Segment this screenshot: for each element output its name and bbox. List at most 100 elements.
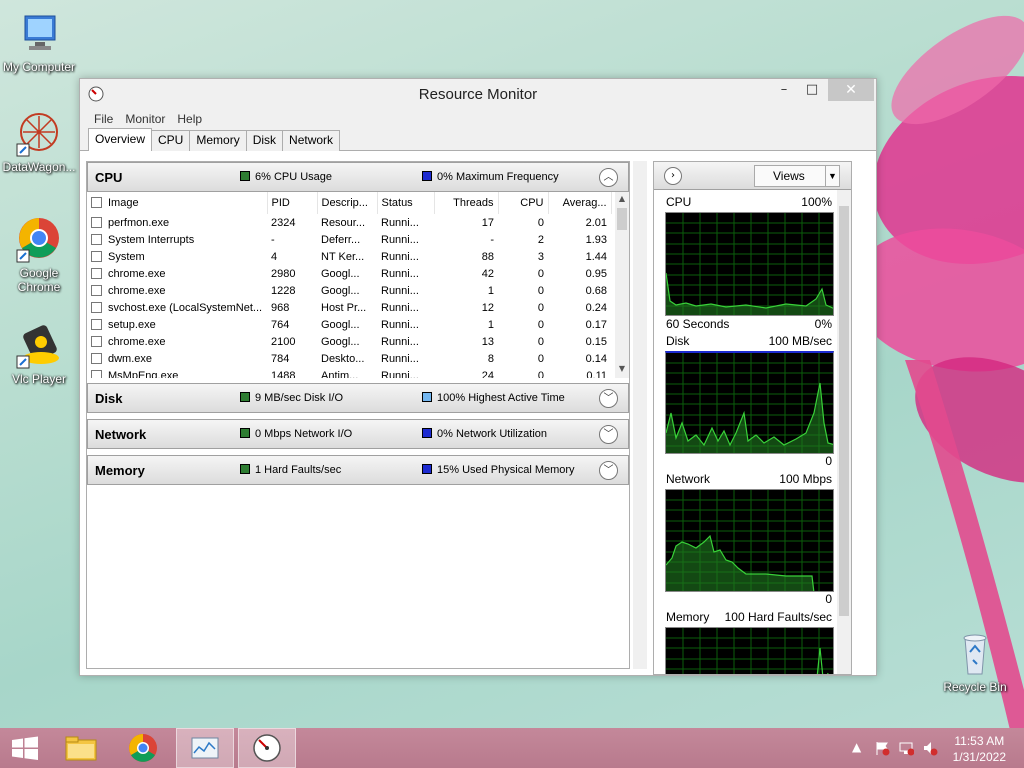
disk-io-indicator: 9 MB/sec Disk I/O <box>240 392 343 404</box>
process-checkbox[interactable] <box>91 318 102 330</box>
column-header-image[interactable]: Image <box>87 192 268 214</box>
process-status: Runni... <box>381 284 419 297</box>
table-row[interactable]: setup.exe 764 Googl... Runni... 1 0 0.17 <box>87 316 611 333</box>
table-row[interactable]: dwm.exe 784 Deskto... Runni... 8 0 0.14 <box>87 350 611 367</box>
process-threads: 1 <box>487 284 494 297</box>
scroll-thumb[interactable] <box>839 206 849 616</box>
scroll-down-arrow-icon[interactable]: ▼ <box>615 364 629 373</box>
network-status-icon[interactable] <box>898 740 915 759</box>
tab-disk[interactable]: Disk <box>245 130 284 151</box>
chevron-right-icon[interactable]: › <box>664 167 682 185</box>
table-row[interactable]: svchost.exe (LocalSystemNet... 968 Host Pr… <box>87 299 611 316</box>
show-hidden-icons-chevron-icon[interactable]: ▲ <box>852 740 861 754</box>
chevron-down-icon[interactable]: ﹀ <box>599 425 618 444</box>
volume-muted-icon[interactable] <box>922 740 938 759</box>
desktop-icon-google-chrome[interactable]: Google Chrome <box>1 216 77 294</box>
process-checkbox[interactable] <box>91 284 102 296</box>
table-header-row: Image PID Descrip... Status Threads CPU … <box>87 192 612 214</box>
maximize-button[interactable]: □ <box>798 79 826 101</box>
desktop-icon-datawagon[interactable]: DataWagon... <box>1 110 77 174</box>
process-description: NT Ker... <box>321 250 365 263</box>
desktop-icon-my-computer[interactable]: My Computer <box>1 10 77 74</box>
network-graph-title: Network <box>666 472 711 486</box>
windows-logo-icon <box>12 736 38 760</box>
desktop-icon-recycle-bin[interactable]: Recycle Bin <box>937 630 1013 694</box>
table-row[interactable]: chrome.exe 2100 Googl... Runni... 13 0 0.15 <box>87 333 611 350</box>
minimize-button[interactable]: – <box>770 79 798 101</box>
cpu-usage-indicator: 6% CPU Usage <box>240 171 332 183</box>
process-checkbox[interactable] <box>91 216 102 228</box>
taskbar-chrome[interactable] <box>114 728 172 768</box>
process-cpu: 0 <box>537 301 544 314</box>
blue-square-icon <box>422 428 432 438</box>
table-row[interactable]: perfmon.exe 2324 Resour... Runni... 17 0 2.01 <box>87 214 611 231</box>
tab-memory[interactable]: Memory <box>189 130 247 151</box>
memory-graph <box>665 627 834 674</box>
column-header-status[interactable]: Status <box>377 192 435 214</box>
process-checkbox[interactable] <box>91 250 102 262</box>
process-table-scrollbar[interactable]: ▲ ▼ <box>615 192 629 378</box>
column-header-average[interactable]: Averag... <box>548 192 612 214</box>
process-cpu: 0 <box>537 335 544 348</box>
chevron-down-icon[interactable]: ﹀ <box>599 389 618 408</box>
action-center-flag-icon[interactable] <box>874 740 890 759</box>
menu-help[interactable]: Help <box>177 109 202 129</box>
taskbar-resource-monitor[interactable] <box>238 728 296 768</box>
resource-monitor-window: Resource Monitor – □ ✕ File Monitor Help… <box>79 78 877 676</box>
process-checkbox[interactable] <box>91 335 102 347</box>
cpu-section-header[interactable]: CPU 6% CPU Usage 0% Maximum Frequency ︿ <box>87 162 629 192</box>
disk-section-header[interactable]: Disk 9 MB/sec Disk I/O 100% Highest Acti… <box>87 383 629 413</box>
chevron-down-icon[interactable]: ﹀ <box>599 461 618 480</box>
process-checkbox[interactable] <box>91 267 102 279</box>
sections-scrollbar[interactable] <box>633 161 647 669</box>
process-average-cpu: 2.01 <box>585 216 607 229</box>
tab-network[interactable]: Network <box>282 130 341 151</box>
select-all-checkbox[interactable] <box>91 197 102 208</box>
table-row[interactable]: System Interrupts - Deferr... Runni... -2 1.9… <box>87 231 611 248</box>
process-image: chrome.exe <box>87 265 267 282</box>
process-average-cpu: 1.93 <box>585 233 607 246</box>
scroll-thumb[interactable] <box>617 208 627 230</box>
cpu-frequency-text: 0% Maximum Frequency <box>437 171 559 183</box>
menu-file[interactable]: File <box>94 109 113 129</box>
table-row[interactable]: System 4 NT Ker... Runni... 88 3 1.44 <box>87 248 611 265</box>
system-clock[interactable]: 11:53 AM 1/31/2022 <box>953 733 1006 765</box>
column-header-pid[interactable]: PID <box>267 192 318 214</box>
network-graph-min: 0 <box>825 592 832 606</box>
desktop-icon-vlc-player[interactable]: Vlc Player <box>1 322 77 386</box>
close-button[interactable]: ✕ <box>828 79 874 101</box>
start-button[interactable] <box>0 728 50 768</box>
overview-content: CPU 6% CPU Usage 0% Maximum Frequency ︿ … <box>80 151 876 675</box>
process-pid: 784 <box>271 352 290 365</box>
taskbar-file-explorer[interactable] <box>52 728 110 768</box>
column-header-cpu[interactable]: CPU <box>498 192 549 214</box>
process-checkbox[interactable] <box>91 301 102 313</box>
table-row[interactable]: chrome.exe 2980 Googl... Runni... 42 0 0.95 <box>87 265 611 282</box>
network-section-header[interactable]: Network 0 Mbps Network I/O 0% Network Ut… <box>87 419 629 449</box>
chevron-up-icon[interactable]: ︿ <box>599 168 618 187</box>
graphs-scrollbar[interactable] <box>837 190 851 674</box>
process-checkbox[interactable] <box>91 233 102 245</box>
views-dropdown[interactable]: Views ▼ <box>754 165 840 187</box>
disk-active-indicator: 100% Highest Active Time <box>422 392 565 404</box>
memory-section-header[interactable]: Memory 1 Hard Faults/sec 15% Used Physic… <box>87 455 629 485</box>
table-row[interactable]: MsMpEng.exe 1488 Antim... Runni... 24 0 0.11 <box>87 367 611 378</box>
tab-cpu[interactable]: CPU <box>151 130 191 151</box>
menu-monitor[interactable]: Monitor <box>125 109 165 129</box>
process-pid: 1228 <box>271 284 296 297</box>
title-bar[interactable]: Resource Monitor – □ ✕ <box>80 79 876 109</box>
process-pid: 968 <box>271 301 290 314</box>
desktop-icon-label: Vlc Player <box>11 372 67 386</box>
column-header-description[interactable]: Descrip... <box>317 192 378 214</box>
taskbar-performance-monitor[interactable] <box>176 728 234 768</box>
process-checkbox[interactable] <box>91 352 102 364</box>
column-header-threads[interactable]: Threads <box>434 192 499 214</box>
memory-used-indicator: 15% Used Physical Memory <box>422 464 575 476</box>
light-blue-square-icon <box>422 392 432 402</box>
memory-faults-text: 1 Hard Faults/sec <box>255 464 342 476</box>
dropdown-arrow-icon[interactable]: ▼ <box>825 166 839 186</box>
tab-overview[interactable]: Overview <box>88 128 153 151</box>
process-checkbox[interactable] <box>91 369 102 378</box>
table-row[interactable]: chrome.exe 1228 Googl... Runni... 1 0 0.68 <box>87 282 611 299</box>
scroll-up-arrow-icon[interactable]: ▲ <box>615 194 629 203</box>
